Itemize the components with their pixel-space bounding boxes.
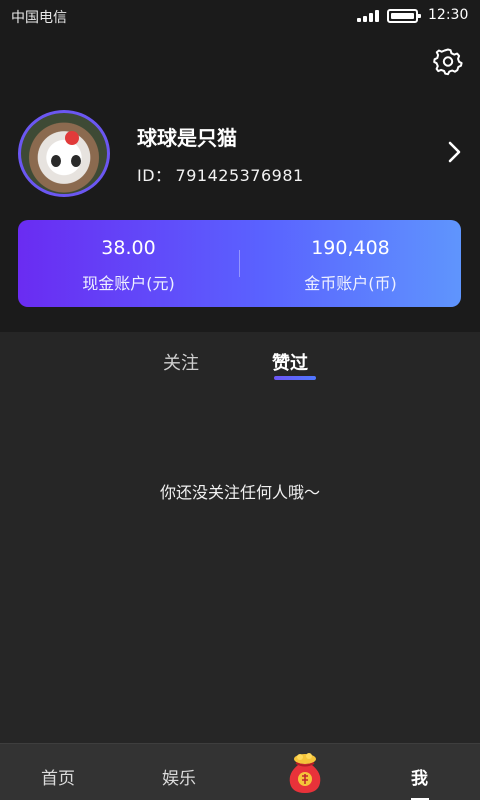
user-id: ID： 791425376981 <box>137 162 304 186</box>
status-bar: 中国电信 12:30 <box>0 0 480 32</box>
tab-liked[interactable]: 赞过 <box>272 349 308 375</box>
nav-entertainment[interactable]: 娱乐 <box>162 764 196 789</box>
profile-header: 中国电信 12:30 球球是只猫 ID： 791425376981 38.00 … <box>0 0 480 332</box>
battery-icon <box>387 9 421 23</box>
chevron-right-icon[interactable] <box>446 140 464 164</box>
red-lucky-bag-icon[interactable] <box>282 749 328 795</box>
user-id-value: 791425376981 <box>175 166 304 185</box>
user-id-label: ID： <box>137 166 172 185</box>
tab-follow[interactable]: 关注 <box>163 349 199 375</box>
empty-state-message: 你还没关注任何人哦～ <box>159 483 320 502</box>
cash-account[interactable]: 38.00 现金账户(元) <box>18 220 239 307</box>
avatar-eye <box>71 155 81 167</box>
signal-icon <box>357 10 379 22</box>
coin-amount: 190,408 <box>311 237 390 259</box>
coin-label: 金币账户(币) <box>304 274 397 293</box>
active-tab-indicator <box>274 376 316 380</box>
gear-icon[interactable] <box>433 46 463 76</box>
coin-account[interactable]: 190,408 金币账户(币) <box>240 220 461 307</box>
user-name: 球球是只猫 <box>137 126 237 150</box>
carrier-name: 中国电信 <box>11 10 67 26</box>
cash-amount: 38.00 <box>101 237 156 259</box>
status-time: 12:30 <box>428 7 469 23</box>
nav-home[interactable]: 首页 <box>41 764 75 789</box>
avatar-eye <box>51 155 61 167</box>
nav-me[interactable]: 我 <box>411 764 428 789</box>
avatar[interactable] <box>18 110 110 197</box>
bottom-nav: 首页 娱乐 我 <box>0 743 480 800</box>
avatar-bow-decoration <box>65 131 79 145</box>
wallet-card: 38.00 现金账户(元) 190,408 金币账户(币) <box>18 220 461 307</box>
cash-label: 现金账户(元) <box>82 274 175 293</box>
profile-screen: 中国电信 12:30 球球是只猫 ID： 791425376981 38.00 … <box>0 0 480 800</box>
